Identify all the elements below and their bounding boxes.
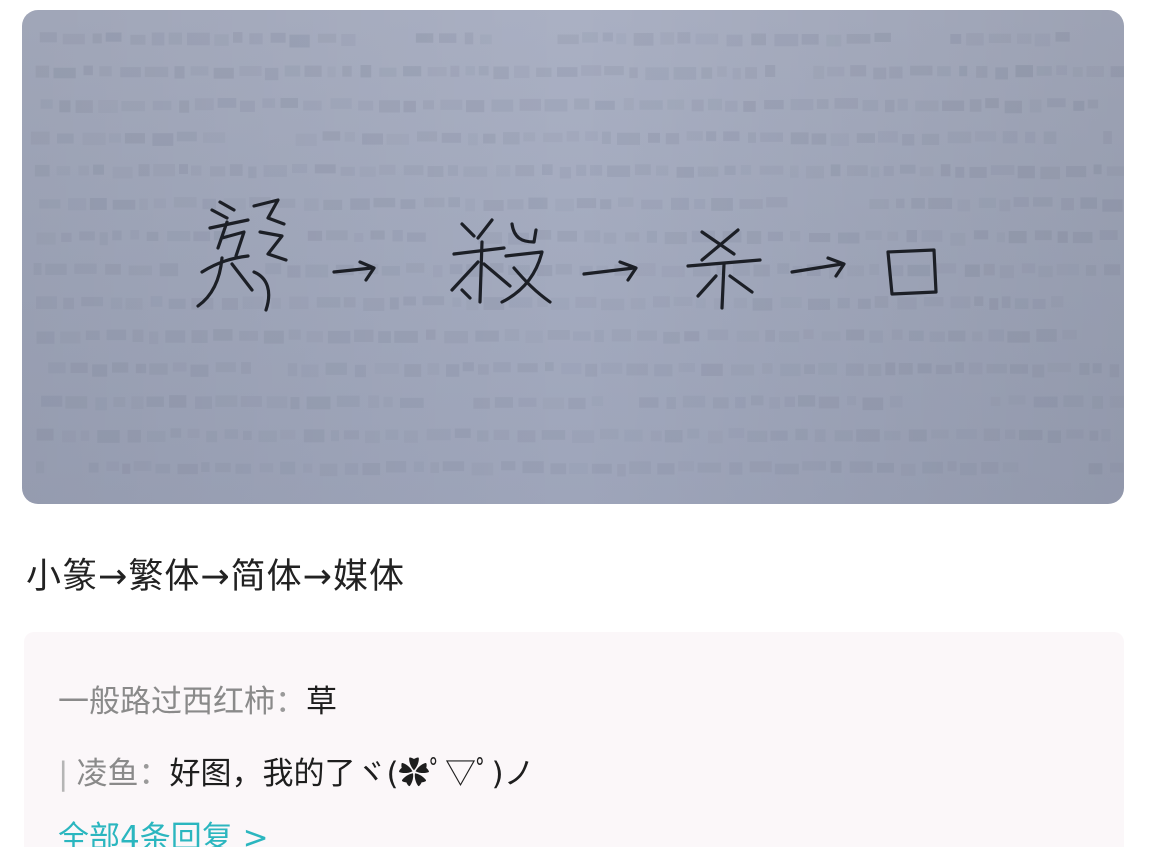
handwriting-photo xyxy=(22,10,1124,504)
comment-username[interactable]: 凌鱼 xyxy=(76,756,138,792)
comment-text: 草 xyxy=(306,684,337,720)
comment-text: 好图，我的了ヾ(✿ﾟ▽ﾟ)ノ xyxy=(169,756,535,792)
view-all-replies-link[interactable]: 全部4条回复 > xyxy=(58,812,269,847)
post-photo[interactable] xyxy=(22,10,1124,504)
comment-separator: ： xyxy=(275,684,306,720)
comment-item[interactable]: 一般路过西红柿：草 xyxy=(58,676,337,721)
reply-indent-bar: | xyxy=(58,756,69,792)
comment-username[interactable]: 一般路过西红柿 xyxy=(58,684,275,720)
post-page: 小篆→繁体→简体→媒体 一般路过西红柿：草 | 凌鱼：好图，我的了ヾ(✿ﾟ▽ﾟ)ノ… xyxy=(0,0,1166,847)
post-caption: 小篆→繁体→简体→媒体 xyxy=(26,557,405,597)
comment-section: 一般路过西红柿：草 | 凌鱼：好图，我的了ヾ(✿ﾟ▽ﾟ)ノ 全部4条回复 > xyxy=(24,632,1124,847)
comment-item[interactable]: | 凌鱼：好图，我的了ヾ(✿ﾟ▽ﾟ)ノ xyxy=(58,748,535,793)
comment-separator: ： xyxy=(138,756,170,792)
